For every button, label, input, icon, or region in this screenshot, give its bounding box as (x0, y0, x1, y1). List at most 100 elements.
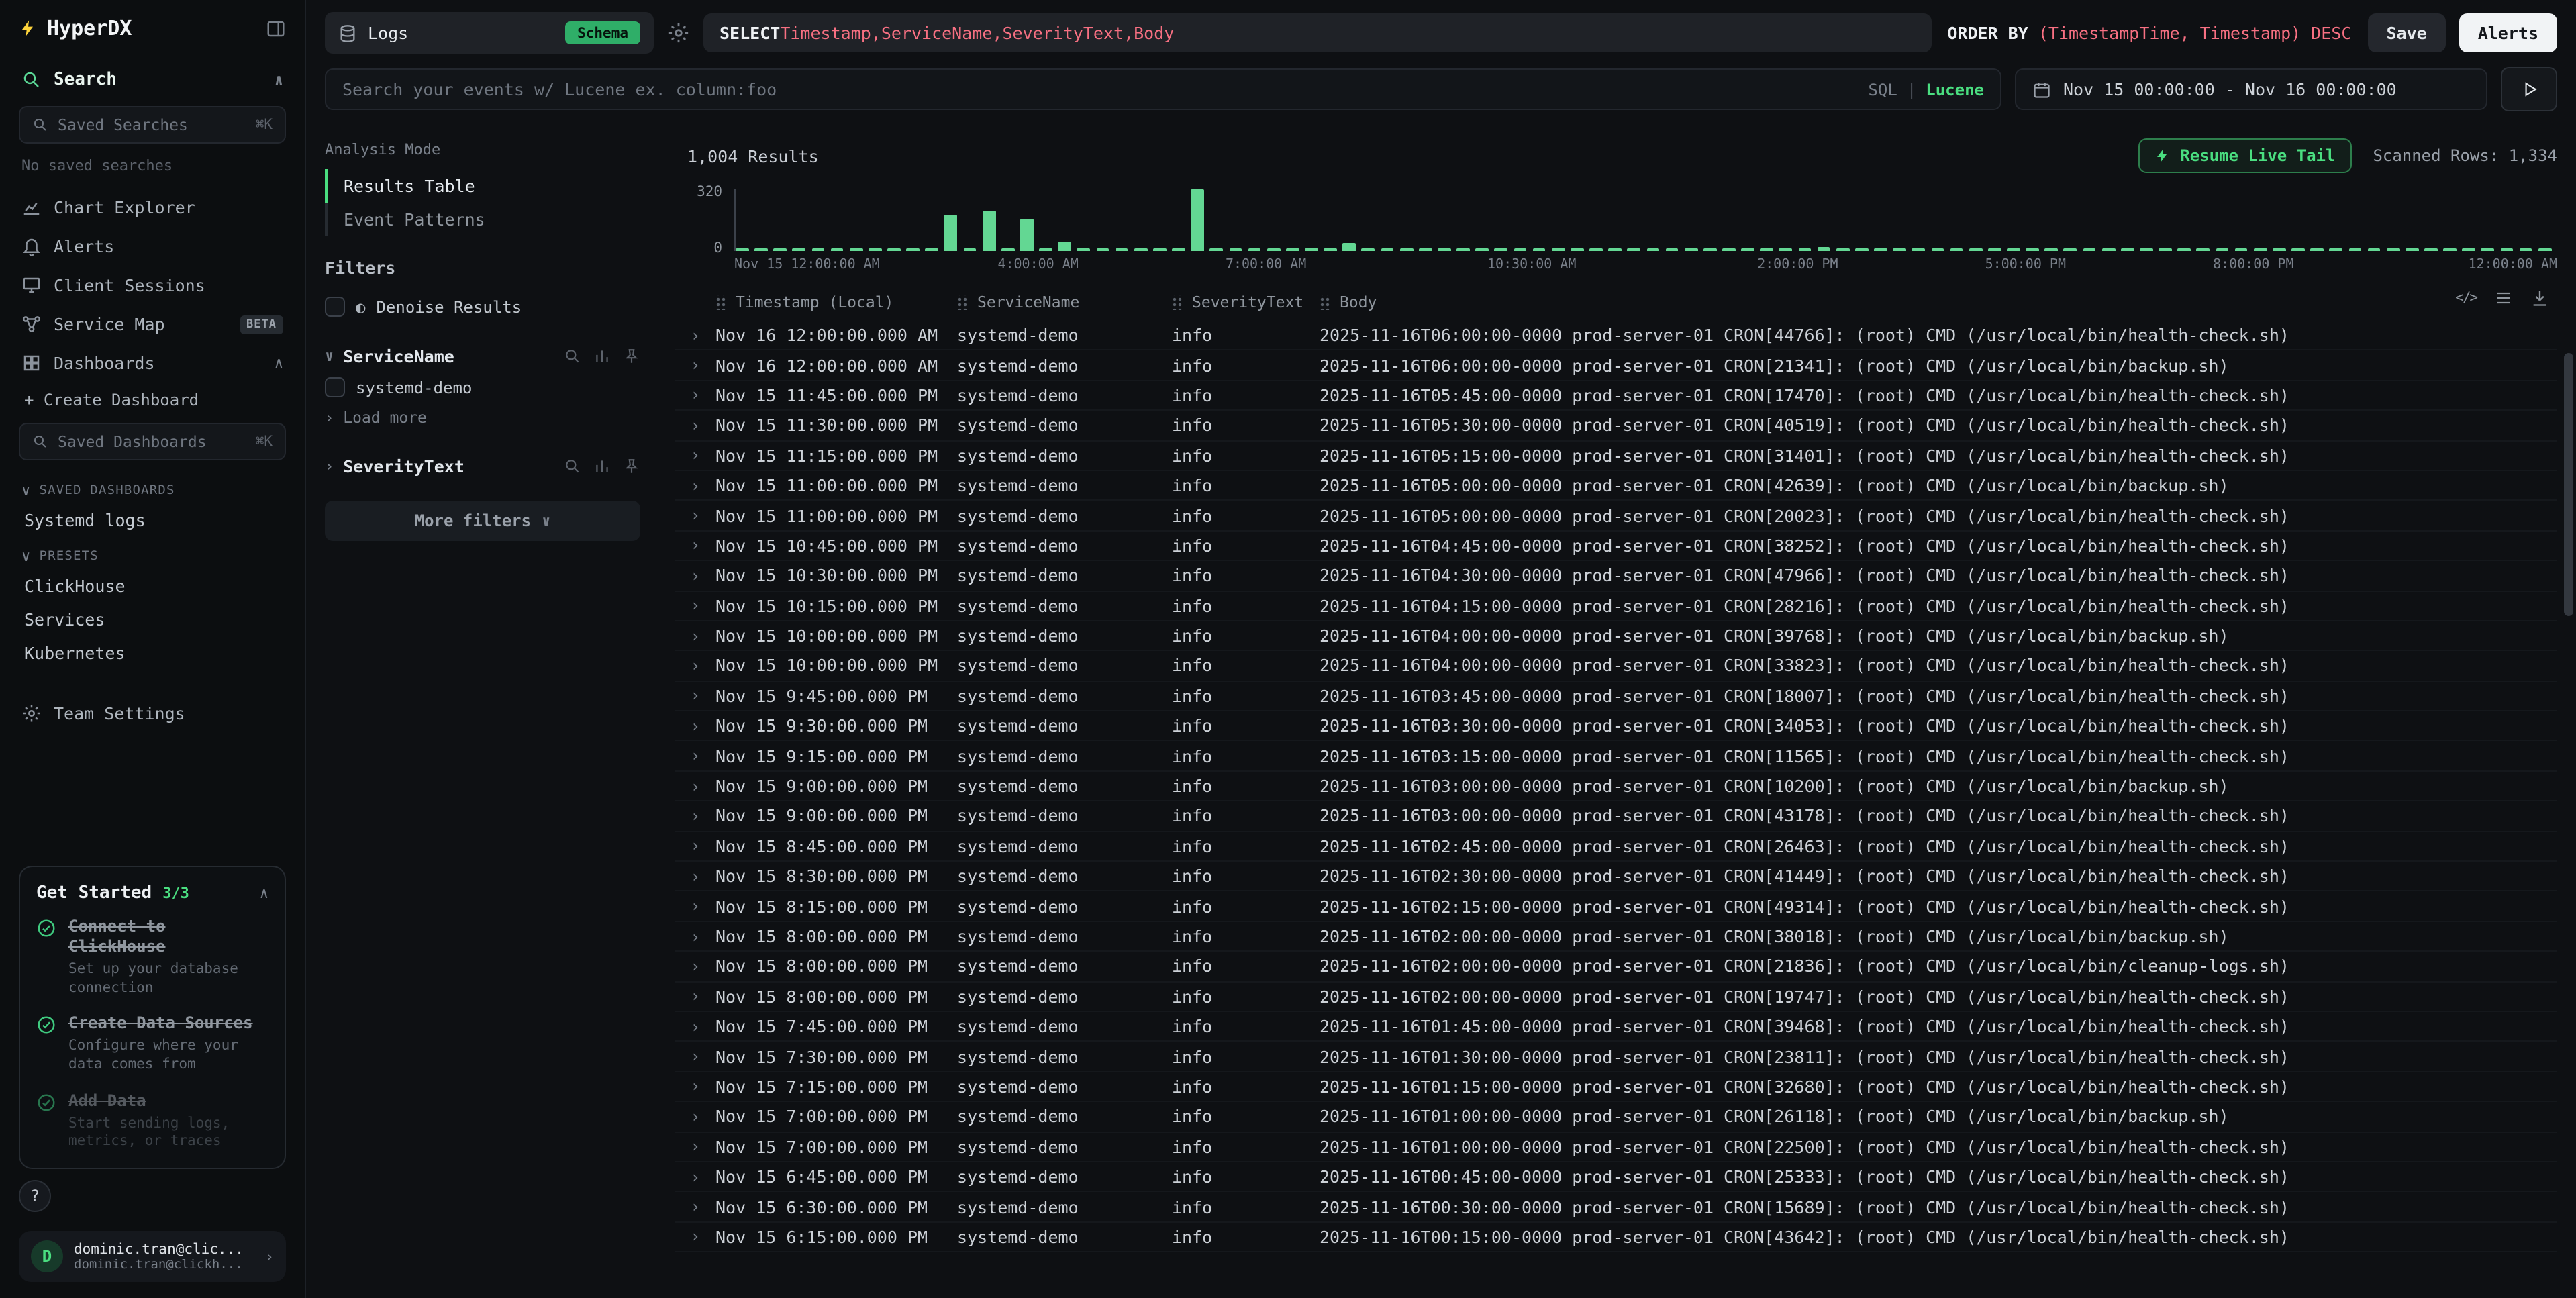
histogram-bar[interactable] (1039, 248, 1052, 251)
log-row[interactable]: › Nov 15 9:00:00.000 PM systemd-demo inf… (675, 772, 2557, 802)
log-row[interactable]: › Nov 15 7:15:00.000 PM systemd-demo inf… (675, 1072, 2557, 1103)
log-row[interactable]: › Nov 16 12:00:00.000 AM systemd-demo in… (675, 321, 2557, 351)
order-by-clause[interactable]: ORDER BY (TimestampTime, Timestamp) DESC (1944, 13, 2354, 52)
expand-row-icon[interactable]: › (675, 1047, 715, 1066)
histogram-bar[interactable] (2102, 248, 2116, 251)
vertical-scrollbar[interactable] (2564, 353, 2573, 616)
histogram-bar[interactable] (2406, 248, 2419, 251)
run-query-button[interactable] (2501, 67, 2557, 111)
histogram-bar[interactable] (830, 248, 844, 251)
histogram-bar[interactable] (1096, 248, 1109, 251)
sidebar-item-dashboards[interactable]: Dashboards ∧ (19, 344, 286, 383)
expand-row-icon[interactable]: › (675, 1017, 715, 1036)
histogram-bar[interactable] (1969, 248, 1983, 251)
expand-row-icon[interactable]: › (675, 596, 715, 615)
histogram-bar[interactable] (2273, 248, 2286, 251)
collapse-sidebar-icon[interactable] (266, 18, 286, 38)
preset-item-kubernetes[interactable]: Kubernetes (19, 636, 286, 670)
histogram-bar[interactable] (1115, 248, 1128, 251)
histogram-bar[interactable] (2083, 248, 2096, 251)
column-header-body[interactable]: Body (1320, 293, 2557, 311)
histogram-bar[interactable] (2197, 248, 2210, 251)
chevron-up-icon[interactable]: ∧ (275, 354, 283, 372)
histogram-bar[interactable] (1438, 248, 1451, 251)
log-row[interactable]: › Nov 15 9:15:00.000 PM systemd-demo inf… (675, 742, 2557, 772)
expand-row-icon[interactable]: › (675, 927, 715, 946)
histogram-bar[interactable] (2424, 248, 2438, 251)
histogram-bar[interactable] (906, 248, 920, 251)
histogram-bar[interactable] (1912, 248, 1926, 251)
histogram-bar[interactable] (1495, 248, 1508, 251)
saved-dashboards-section[interactable]: ∨ SAVED DASHBOARDS (19, 471, 286, 503)
alerts-button[interactable]: Alerts (2459, 13, 2557, 52)
download-icon[interactable] (2530, 289, 2549, 307)
select-clause-input[interactable]: SELECT Timestamp,ServiceName,SeverityTex… (703, 13, 1931, 52)
histogram-bar[interactable] (2026, 248, 2039, 251)
histogram-bar[interactable] (1571, 248, 1584, 251)
histogram-bar[interactable] (983, 211, 996, 251)
histogram-bar[interactable] (754, 248, 768, 251)
expand-row-icon[interactable]: › (675, 837, 715, 856)
drag-handle-icon[interactable] (1320, 295, 1330, 309)
expand-row-icon[interactable]: › (675, 1077, 715, 1096)
log-row[interactable]: › Nov 15 11:45:00.000 PM systemd-demo in… (675, 381, 2557, 411)
log-row[interactable]: › Nov 15 9:30:00.000 PM systemd-demo inf… (675, 711, 2557, 742)
histogram-bar[interactable] (1134, 248, 1148, 251)
facet-servicename[interactable]: ∨ ServiceName (325, 341, 640, 372)
preset-item-clickhouse[interactable]: ClickHouse (19, 569, 286, 603)
histogram-bar[interactable] (926, 248, 939, 251)
histogram-bar[interactable] (1836, 248, 1850, 251)
expand-row-icon[interactable]: › (675, 957, 715, 976)
histogram-bar[interactable] (2216, 248, 2229, 251)
histogram-bar[interactable] (2159, 248, 2172, 251)
histogram-bar[interactable] (1419, 248, 1432, 251)
histogram-bar[interactable] (2500, 248, 2514, 251)
histogram-bar[interactable] (2254, 248, 2267, 251)
denoise-results-checkbox[interactable]: ◐ Denoise Results (325, 291, 640, 322)
histogram-bar[interactable] (1153, 248, 1167, 251)
view-source-icon[interactable]: </> (2455, 290, 2477, 306)
facet-search-icon[interactable] (564, 348, 581, 365)
column-header-severitytext[interactable]: SeverityText (1172, 293, 1320, 311)
expand-row-icon[interactable]: › (675, 1107, 715, 1126)
histogram-bar[interactable] (1779, 248, 1793, 251)
log-row[interactable]: › Nov 15 8:30:00.000 PM systemd-demo inf… (675, 862, 2557, 892)
saved-searches-input[interactable]: Saved Searches ⌘K (19, 106, 286, 144)
log-row[interactable]: › Nov 15 8:00:00.000 PM systemd-demo inf… (675, 922, 2557, 952)
expand-row-icon[interactable]: › (675, 356, 715, 375)
column-header-timestamp[interactable]: Timestamp (Local) (715, 293, 957, 311)
histogram-bar[interactable] (2007, 248, 2020, 251)
get-started-step[interactable]: Create Data Sources Configure where your… (36, 1014, 268, 1075)
histogram-bar[interactable] (1855, 248, 1869, 251)
histogram-bar[interactable] (1798, 248, 1812, 251)
histogram-bar[interactable] (1476, 248, 1489, 251)
log-row[interactable]: › Nov 15 8:45:00.000 PM systemd-demo inf… (675, 832, 2557, 862)
histogram-bar[interactable] (793, 248, 806, 251)
log-row[interactable]: › Nov 15 10:15:00.000 PM systemd-demo in… (675, 591, 2557, 621)
facet-search-icon[interactable] (564, 458, 581, 475)
sidebar-item-client-sessions[interactable]: Client Sessions (19, 266, 286, 305)
log-row[interactable]: › Nov 15 9:00:00.000 PM systemd-demo inf… (675, 802, 2557, 832)
log-row[interactable]: › Nov 15 8:15:00.000 PM systemd-demo inf… (675, 892, 2557, 922)
histogram-bar[interactable] (944, 214, 958, 251)
histogram-bar[interactable] (1456, 248, 1470, 251)
expand-row-icon[interactable]: › (675, 1197, 715, 1216)
expand-row-icon[interactable]: › (675, 446, 715, 465)
expand-row-icon[interactable]: › (675, 746, 715, 765)
facet-chart-icon[interactable] (593, 458, 611, 475)
histogram-bar[interactable] (1646, 248, 1660, 251)
date-range-picker[interactable]: Nov 15 00:00:00 - Nov 16 00:00:00 (2015, 68, 2487, 110)
histogram-bar[interactable] (963, 248, 977, 251)
expand-row-icon[interactable]: › (675, 656, 715, 675)
more-filters-button[interactable]: More filters ∨ (325, 501, 640, 541)
log-row[interactable]: › Nov 15 6:45:00.000 PM systemd-demo inf… (675, 1162, 2557, 1193)
resume-live-tail-button[interactable]: Resume Live Tail (2138, 138, 2351, 173)
create-dashboard-button[interactable]: + Create Dashboard (19, 383, 286, 415)
checkbox[interactable] (325, 297, 345, 317)
facet-severitytext[interactable]: › SeverityText (325, 451, 640, 482)
histogram-bar[interactable] (1665, 248, 1679, 251)
histogram-bar[interactable] (1817, 246, 1830, 251)
histogram-bar[interactable] (1628, 248, 1641, 251)
search-input[interactable]: Search your events w/ Lucene ex. column:… (325, 68, 2001, 110)
chevron-up-icon[interactable]: ∧ (275, 71, 283, 89)
